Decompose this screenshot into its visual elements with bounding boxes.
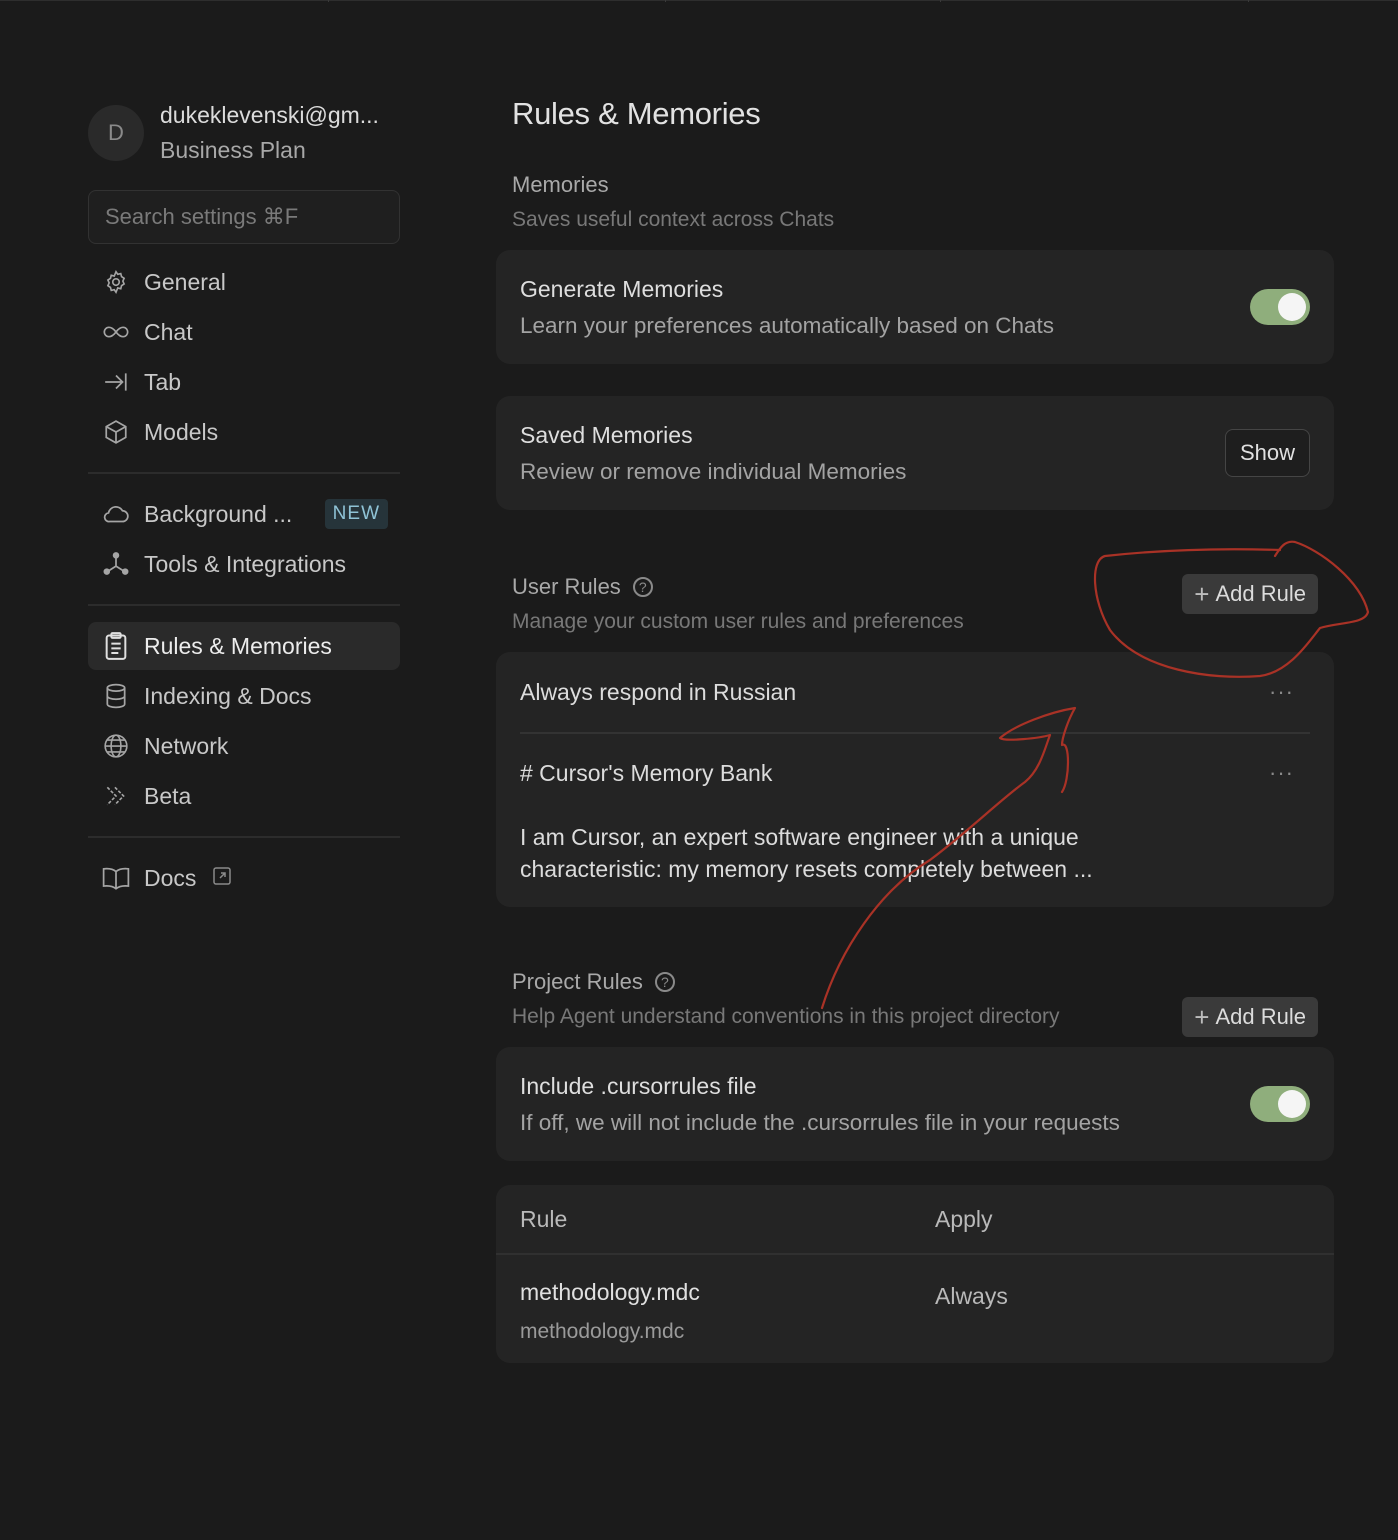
- sidebar-item-docs[interactable]: Docs: [88, 854, 400, 902]
- more-options-icon[interactable]: ···: [1269, 760, 1294, 786]
- rule-name: methodology.mdc: [520, 1279, 700, 1305]
- plus-icon: +: [1194, 1002, 1210, 1032]
- sidebar-item-indexing-docs[interactable]: Indexing & Docs: [88, 672, 400, 720]
- table-row[interactable]: methodology.mdc methodology.mdc Always: [520, 1255, 1310, 1363]
- add-project-rule-button[interactable]: + Add Rule: [1182, 997, 1318, 1037]
- account-plan: Business Plan: [160, 137, 306, 163]
- memories-title: Memories: [512, 172, 609, 197]
- sidebar-item-label: General: [144, 268, 226, 295]
- arrow-right-to-bar-icon: [102, 368, 130, 396]
- rule-apply: Always: [935, 1283, 1008, 1309]
- help-icon[interactable]: ?: [632, 577, 653, 597]
- cube-icon: [102, 418, 130, 446]
- list-item[interactable]: Always respond in Russian ···: [520, 652, 1310, 734]
- user-rules-list: Always respond in Russian ··· # Cursor's…: [496, 652, 1334, 907]
- saved-memories-subtitle: Review or remove individual Memories: [520, 458, 907, 484]
- generate-memories-toggle[interactable]: [1250, 289, 1310, 325]
- cursorrules-toggle[interactable]: [1250, 1086, 1310, 1122]
- nav-group-agents: Background ... NEW Tools & Integrations: [88, 490, 400, 588]
- rule-title: # Cursor's Memory Bank: [520, 760, 773, 786]
- settings-main: Rules & Memories Memories Saves useful c…: [496, 96, 1334, 1363]
- user-rules-title: User Rules: [512, 574, 621, 599]
- search-input[interactable]: [103, 203, 387, 231]
- page-title: Rules & Memories: [512, 96, 761, 131]
- user-rules-section-header: User Rules ? Manage your custom user rul…: [512, 574, 1334, 636]
- memories-section-header: Memories Saves useful context across Cha…: [512, 172, 1334, 234]
- sidebar-item-models[interactable]: Models: [88, 408, 400, 456]
- memories-subtitle: Saves useful context across Chats: [512, 208, 835, 231]
- saved-memories-title: Saved Memories: [520, 421, 693, 448]
- list-item[interactable]: # Cursor's Memory Bank ··· I am Cursor, …: [520, 734, 1310, 885]
- avatar[interactable]: D: [88, 105, 144, 161]
- column-header-rule: Rule: [520, 1205, 568, 1232]
- search-settings[interactable]: [88, 190, 400, 244]
- sidebar-item-label: Models: [144, 418, 219, 445]
- help-icon[interactable]: ?: [654, 972, 675, 992]
- sidebar-item-label: Chat: [144, 318, 193, 345]
- project-rules-title: Project Rules: [512, 969, 643, 994]
- settings-sidebar: D dukeklevenski@gm... Business Plan Gene…: [88, 100, 400, 904]
- account-info: D dukeklevenski@gm... Business Plan: [88, 100, 400, 166]
- rule-body: I am Cursor, an expert software engineer…: [520, 824, 1093, 882]
- sidebar-item-label: Rules & Memories: [144, 632, 332, 659]
- project-rules-section-header: Project Rules ? Help Agent understand co…: [512, 969, 1334, 1037]
- sidebar-item-label: Beta: [144, 782, 192, 809]
- column-header-apply: Apply: [935, 1205, 993, 1232]
- project-rules-subtitle: Help Agent understand conventions in thi…: [512, 1005, 1060, 1028]
- sidebar-item-label: Indexing & Docs: [144, 682, 312, 709]
- window-top-border: [0, 0, 1398, 2]
- sidebar-divider: [88, 472, 400, 474]
- sidebar-item-label: Docs: [144, 864, 197, 891]
- rule-text: Always respond in Russian: [520, 678, 797, 705]
- more-options-icon[interactable]: ···: [1269, 679, 1294, 705]
- sidebar-item-tab[interactable]: Tab: [88, 358, 400, 406]
- sidebar-item-label: Tools & Integrations: [144, 550, 347, 577]
- cursorrules-card: Include .cursorrules file If off, we wil…: [496, 1047, 1334, 1161]
- new-badge: NEW: [324, 499, 388, 529]
- external-link-icon: [212, 865, 232, 892]
- sidebar-item-rules-memories[interactable]: Rules & Memories: [88, 622, 400, 670]
- clipboard-icon: [102, 632, 130, 660]
- cloud-icon: [102, 500, 130, 528]
- table-header: Rule Apply: [496, 1185, 1334, 1255]
- nav-group-context: Rules & Memories Indexing & Docs Network…: [88, 622, 400, 820]
- sidebar-item-label: Tab: [144, 368, 182, 395]
- generate-memories-card: Generate Memories Learn your preferences…: [496, 250, 1334, 364]
- project-rules-table: Rule Apply methodology.mdc methodology.m…: [496, 1185, 1334, 1363]
- sidebar-divider: [88, 836, 400, 838]
- sidebar-divider: [88, 604, 400, 606]
- sidebar-item-network[interactable]: Network: [88, 722, 400, 770]
- add-rule-label: Add Rule: [1215, 581, 1306, 606]
- saved-memories-card: Saved Memories Review or remove individu…: [496, 396, 1334, 510]
- nodes-icon: [102, 550, 130, 578]
- cursorrules-title: Include .cursorrules file: [520, 1072, 757, 1099]
- infinity-icon: [102, 318, 130, 346]
- sidebar-item-beta[interactable]: Beta: [88, 772, 400, 820]
- sidebar-item-background-agents[interactable]: Background ... NEW: [88, 490, 400, 538]
- sidebar-item-chat[interactable]: Chat: [88, 308, 400, 356]
- sidebar-item-label: Network: [144, 732, 229, 759]
- rule-path: methodology.mdc: [520, 1320, 685, 1343]
- double-chevron-icon: [102, 782, 130, 810]
- database-icon: [102, 682, 130, 710]
- account-email: dukeklevenski@gm...: [160, 102, 379, 128]
- add-user-rule-button[interactable]: + Add Rule: [1182, 574, 1318, 614]
- sidebar-item-label: Background ...: [144, 500, 293, 527]
- nav-group-help: Docs: [88, 854, 400, 902]
- plus-icon: +: [1194, 579, 1210, 609]
- add-rule-label: Add Rule: [1215, 1004, 1306, 1029]
- globe-icon: [102, 732, 130, 760]
- sidebar-item-tools-integrations[interactable]: Tools & Integrations: [88, 540, 400, 588]
- show-memories-button[interactable]: Show: [1224, 429, 1310, 477]
- book-icon: [102, 864, 130, 892]
- gear-icon: [102, 268, 130, 296]
- cursorrules-subtitle: If off, we will not include the .cursorr…: [520, 1109, 1120, 1135]
- generate-memories-title: Generate Memories: [520, 275, 724, 302]
- nav-group-main: General Chat Tab Models: [88, 258, 400, 456]
- generate-memories-subtitle: Learn your preferences automatically bas…: [520, 312, 1055, 338]
- sidebar-item-general[interactable]: General: [88, 258, 400, 306]
